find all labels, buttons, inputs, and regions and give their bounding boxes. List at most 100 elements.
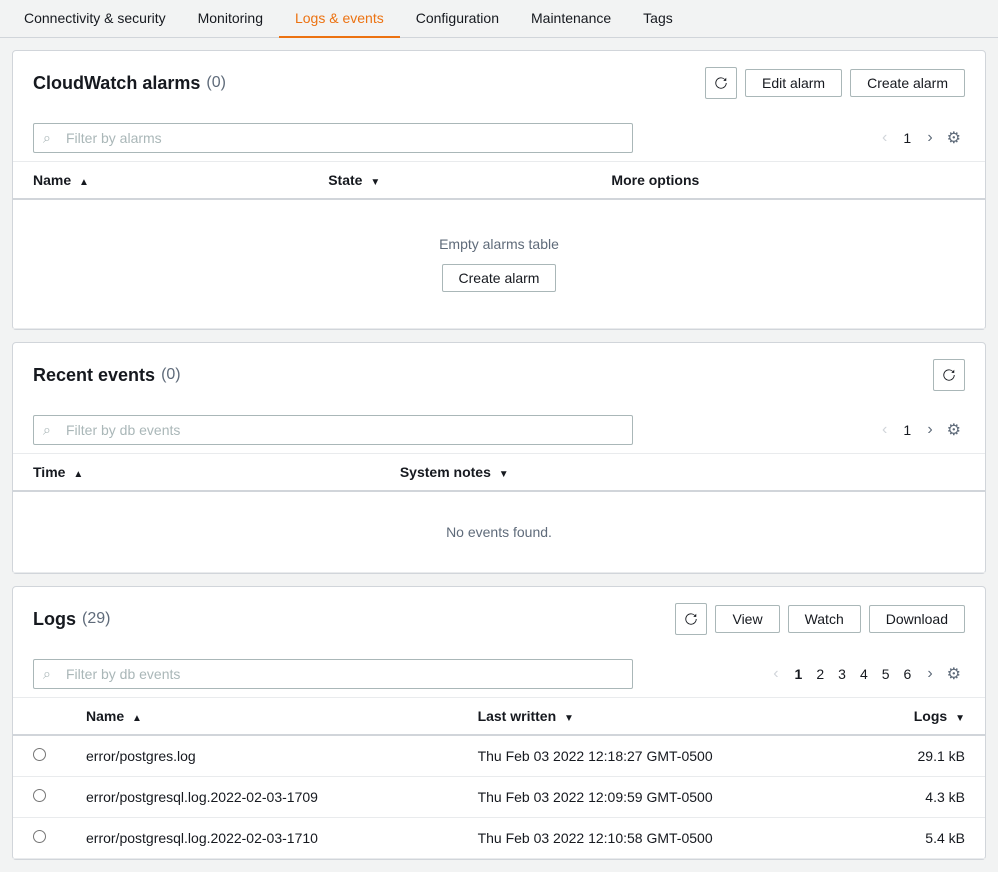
logs-page-5[interactable]: 5 bbox=[876, 664, 896, 684]
recent-events-title: Recent events bbox=[33, 365, 155, 386]
logs-page-nums: 1 2 3 4 5 6 bbox=[789, 664, 918, 684]
recent-events-col-time[interactable]: Time ▲ bbox=[13, 454, 380, 491]
log-row-1-last-written: Thu Feb 03 2022 12:18:27 GMT-0500 bbox=[458, 735, 854, 777]
logs-col-last-written[interactable]: Last written ▼ bbox=[458, 698, 854, 735]
log-row-3: error/postgresql.log.2022-02-03-1710 Thu… bbox=[13, 818, 985, 859]
cloudwatch-col-name[interactable]: Name ▲ bbox=[13, 162, 308, 199]
recent-events-table: Time ▲ System notes ▼ No events found. bbox=[13, 454, 985, 573]
refresh-icon-logs bbox=[684, 611, 698, 627]
tab-monitoring[interactable]: Monitoring bbox=[182, 0, 279, 38]
tab-maintenance[interactable]: Maintenance bbox=[515, 0, 627, 38]
recent-events-search-bar: ⌕ ‹ 1 › ⚙ bbox=[13, 407, 985, 454]
logs-prev-button[interactable]: ‹ bbox=[767, 661, 784, 687]
cloudwatch-empty: Empty alarms table Create alarm bbox=[13, 199, 985, 329]
recent-events-section: Recent events (0) ⌕ ‹ 1 › ⚙ Time ▲ Sy bbox=[12, 342, 986, 574]
log-row-2-logs: 4.3 kB bbox=[854, 777, 985, 818]
logs-header: Logs (29) View Watch Download bbox=[13, 587, 985, 651]
recent-events-header: Recent events (0) bbox=[13, 343, 985, 407]
tab-tags[interactable]: Tags bbox=[627, 0, 689, 38]
logs-search-bar: ⌕ ‹ 1 2 3 4 5 6 › ⚙ bbox=[13, 651, 985, 698]
recent-events-prev-button[interactable]: ‹ bbox=[876, 417, 893, 443]
logs-section: Logs (29) View Watch Download ⌕ ‹ 1 2 3 bbox=[12, 586, 986, 860]
log-row-3-logs: 5.4 kB bbox=[854, 818, 985, 859]
logs-page-2[interactable]: 2 bbox=[810, 664, 830, 684]
recent-events-search-input[interactable] bbox=[33, 415, 633, 445]
log-row-2-radio-cell bbox=[13, 777, 66, 818]
recent-events-page-num: 1 bbox=[897, 422, 917, 438]
cloudwatch-table: Name ▲ State ▼ More options Empty alarms… bbox=[13, 162, 985, 329]
recent-events-search-icon: ⌕ bbox=[43, 422, 51, 439]
logs-download-button[interactable]: Download bbox=[869, 605, 965, 633]
cloudwatch-search-wrap: ⌕ bbox=[33, 123, 633, 153]
logs-actions: View Watch Download bbox=[675, 603, 965, 635]
recent-events-empty: No events found. bbox=[13, 491, 985, 573]
logs-page-6[interactable]: 6 bbox=[898, 664, 918, 684]
cloudwatch-col-state[interactable]: State ▼ bbox=[308, 162, 591, 199]
cloudwatch-page-num: 1 bbox=[897, 130, 917, 146]
create-alarm-button[interactable]: Create alarm bbox=[850, 69, 965, 97]
logs-page-3[interactable]: 3 bbox=[832, 664, 852, 684]
logs-next-button[interactable]: › bbox=[921, 661, 938, 687]
log-row-3-radio-cell bbox=[13, 818, 66, 859]
logs-search-wrap: ⌕ bbox=[33, 659, 633, 689]
cloudwatch-search-bar: ⌕ ‹ 1 › ⚙ bbox=[13, 115, 985, 162]
log-row-2-last-written: Thu Feb 03 2022 12:09:59 GMT-0500 bbox=[458, 777, 854, 818]
cloudwatch-refresh-button[interactable] bbox=[705, 67, 737, 99]
logs-pagination: ‹ 1 2 3 4 5 6 › ⚙ bbox=[767, 660, 965, 688]
recent-events-actions bbox=[933, 359, 965, 391]
recent-events-col-notes[interactable]: System notes ▼ bbox=[380, 454, 985, 491]
cloudwatch-col-options[interactable]: More options bbox=[591, 162, 985, 199]
log-row-3-name: error/postgresql.log.2022-02-03-1710 bbox=[66, 818, 458, 859]
tab-configuration[interactable]: Configuration bbox=[400, 0, 515, 38]
recent-events-next-button[interactable]: › bbox=[921, 417, 938, 443]
recent-events-count: (0) bbox=[161, 366, 181, 384]
cloudwatch-count: (0) bbox=[206, 74, 226, 92]
log-row-2-radio[interactable] bbox=[33, 789, 46, 802]
log-row-2: error/postgresql.log.2022-02-03-1709 Thu… bbox=[13, 777, 985, 818]
recent-events-settings-button[interactable]: ⚙ bbox=[943, 416, 965, 444]
logs-refresh-button[interactable] bbox=[675, 603, 707, 635]
recent-events-search-wrap: ⌕ bbox=[33, 415, 633, 445]
recent-events-pagination: ‹ 1 › ⚙ bbox=[876, 416, 965, 444]
log-row-1-name: error/postgres.log bbox=[66, 735, 458, 777]
logs-col-name[interactable]: Name ▲ bbox=[66, 698, 458, 735]
logs-search-input[interactable] bbox=[33, 659, 633, 689]
logs-search-icon: ⌕ bbox=[43, 666, 51, 683]
tab-bar: Connectivity & security Monitoring Logs … bbox=[0, 0, 998, 38]
logs-page-1[interactable]: 1 bbox=[789, 664, 809, 684]
logs-page-4[interactable]: 4 bbox=[854, 664, 874, 684]
logs-col-select bbox=[13, 698, 66, 735]
logs-view-button[interactable]: View bbox=[715, 605, 779, 633]
logs-count: (29) bbox=[82, 610, 110, 628]
cloudwatch-pagination: ‹ 1 › ⚙ bbox=[876, 124, 965, 152]
logs-title: Logs bbox=[33, 609, 76, 630]
cloudwatch-next-button[interactable]: › bbox=[921, 125, 938, 151]
log-row-1-radio-cell bbox=[13, 735, 66, 777]
cloudwatch-create-alarm-btn[interactable]: Create alarm bbox=[442, 264, 557, 292]
cloudwatch-search-icon: ⌕ bbox=[43, 130, 51, 147]
edit-alarm-button[interactable]: Edit alarm bbox=[745, 69, 842, 97]
recent-events-refresh-button[interactable] bbox=[933, 359, 965, 391]
cloudwatch-header: CloudWatch alarms (0) Edit alarm Create … bbox=[13, 51, 985, 115]
cloudwatch-section: CloudWatch alarms (0) Edit alarm Create … bbox=[12, 50, 986, 330]
cloudwatch-title: CloudWatch alarms bbox=[33, 73, 200, 94]
cloudwatch-settings-button[interactable]: ⚙ bbox=[943, 124, 965, 152]
refresh-icon bbox=[714, 75, 728, 91]
tab-logs-events[interactable]: Logs & events bbox=[279, 0, 400, 38]
log-row-1-radio[interactable] bbox=[33, 748, 46, 761]
logs-col-logs[interactable]: Logs ▼ bbox=[854, 698, 985, 735]
cloudwatch-prev-button[interactable]: ‹ bbox=[876, 125, 893, 151]
tab-connectivity[interactable]: Connectivity & security bbox=[8, 0, 182, 38]
log-row-1-logs: 29.1 kB bbox=[854, 735, 985, 777]
log-row-2-name: error/postgresql.log.2022-02-03-1709 bbox=[66, 777, 458, 818]
logs-watch-button[interactable]: Watch bbox=[788, 605, 861, 633]
recent-events-empty-text: No events found. bbox=[33, 504, 965, 560]
log-row-3-radio[interactable] bbox=[33, 830, 46, 843]
log-row-1: error/postgres.log Thu Feb 03 2022 12:18… bbox=[13, 735, 985, 777]
logs-settings-button[interactable]: ⚙ bbox=[943, 660, 965, 688]
cloudwatch-search-input[interactable] bbox=[33, 123, 633, 153]
log-row-3-last-written: Thu Feb 03 2022 12:10:58 GMT-0500 bbox=[458, 818, 854, 859]
cloudwatch-empty-text: Empty alarms table bbox=[57, 236, 941, 252]
refresh-icon-events bbox=[942, 367, 956, 383]
cloudwatch-actions: Edit alarm Create alarm bbox=[705, 67, 965, 99]
